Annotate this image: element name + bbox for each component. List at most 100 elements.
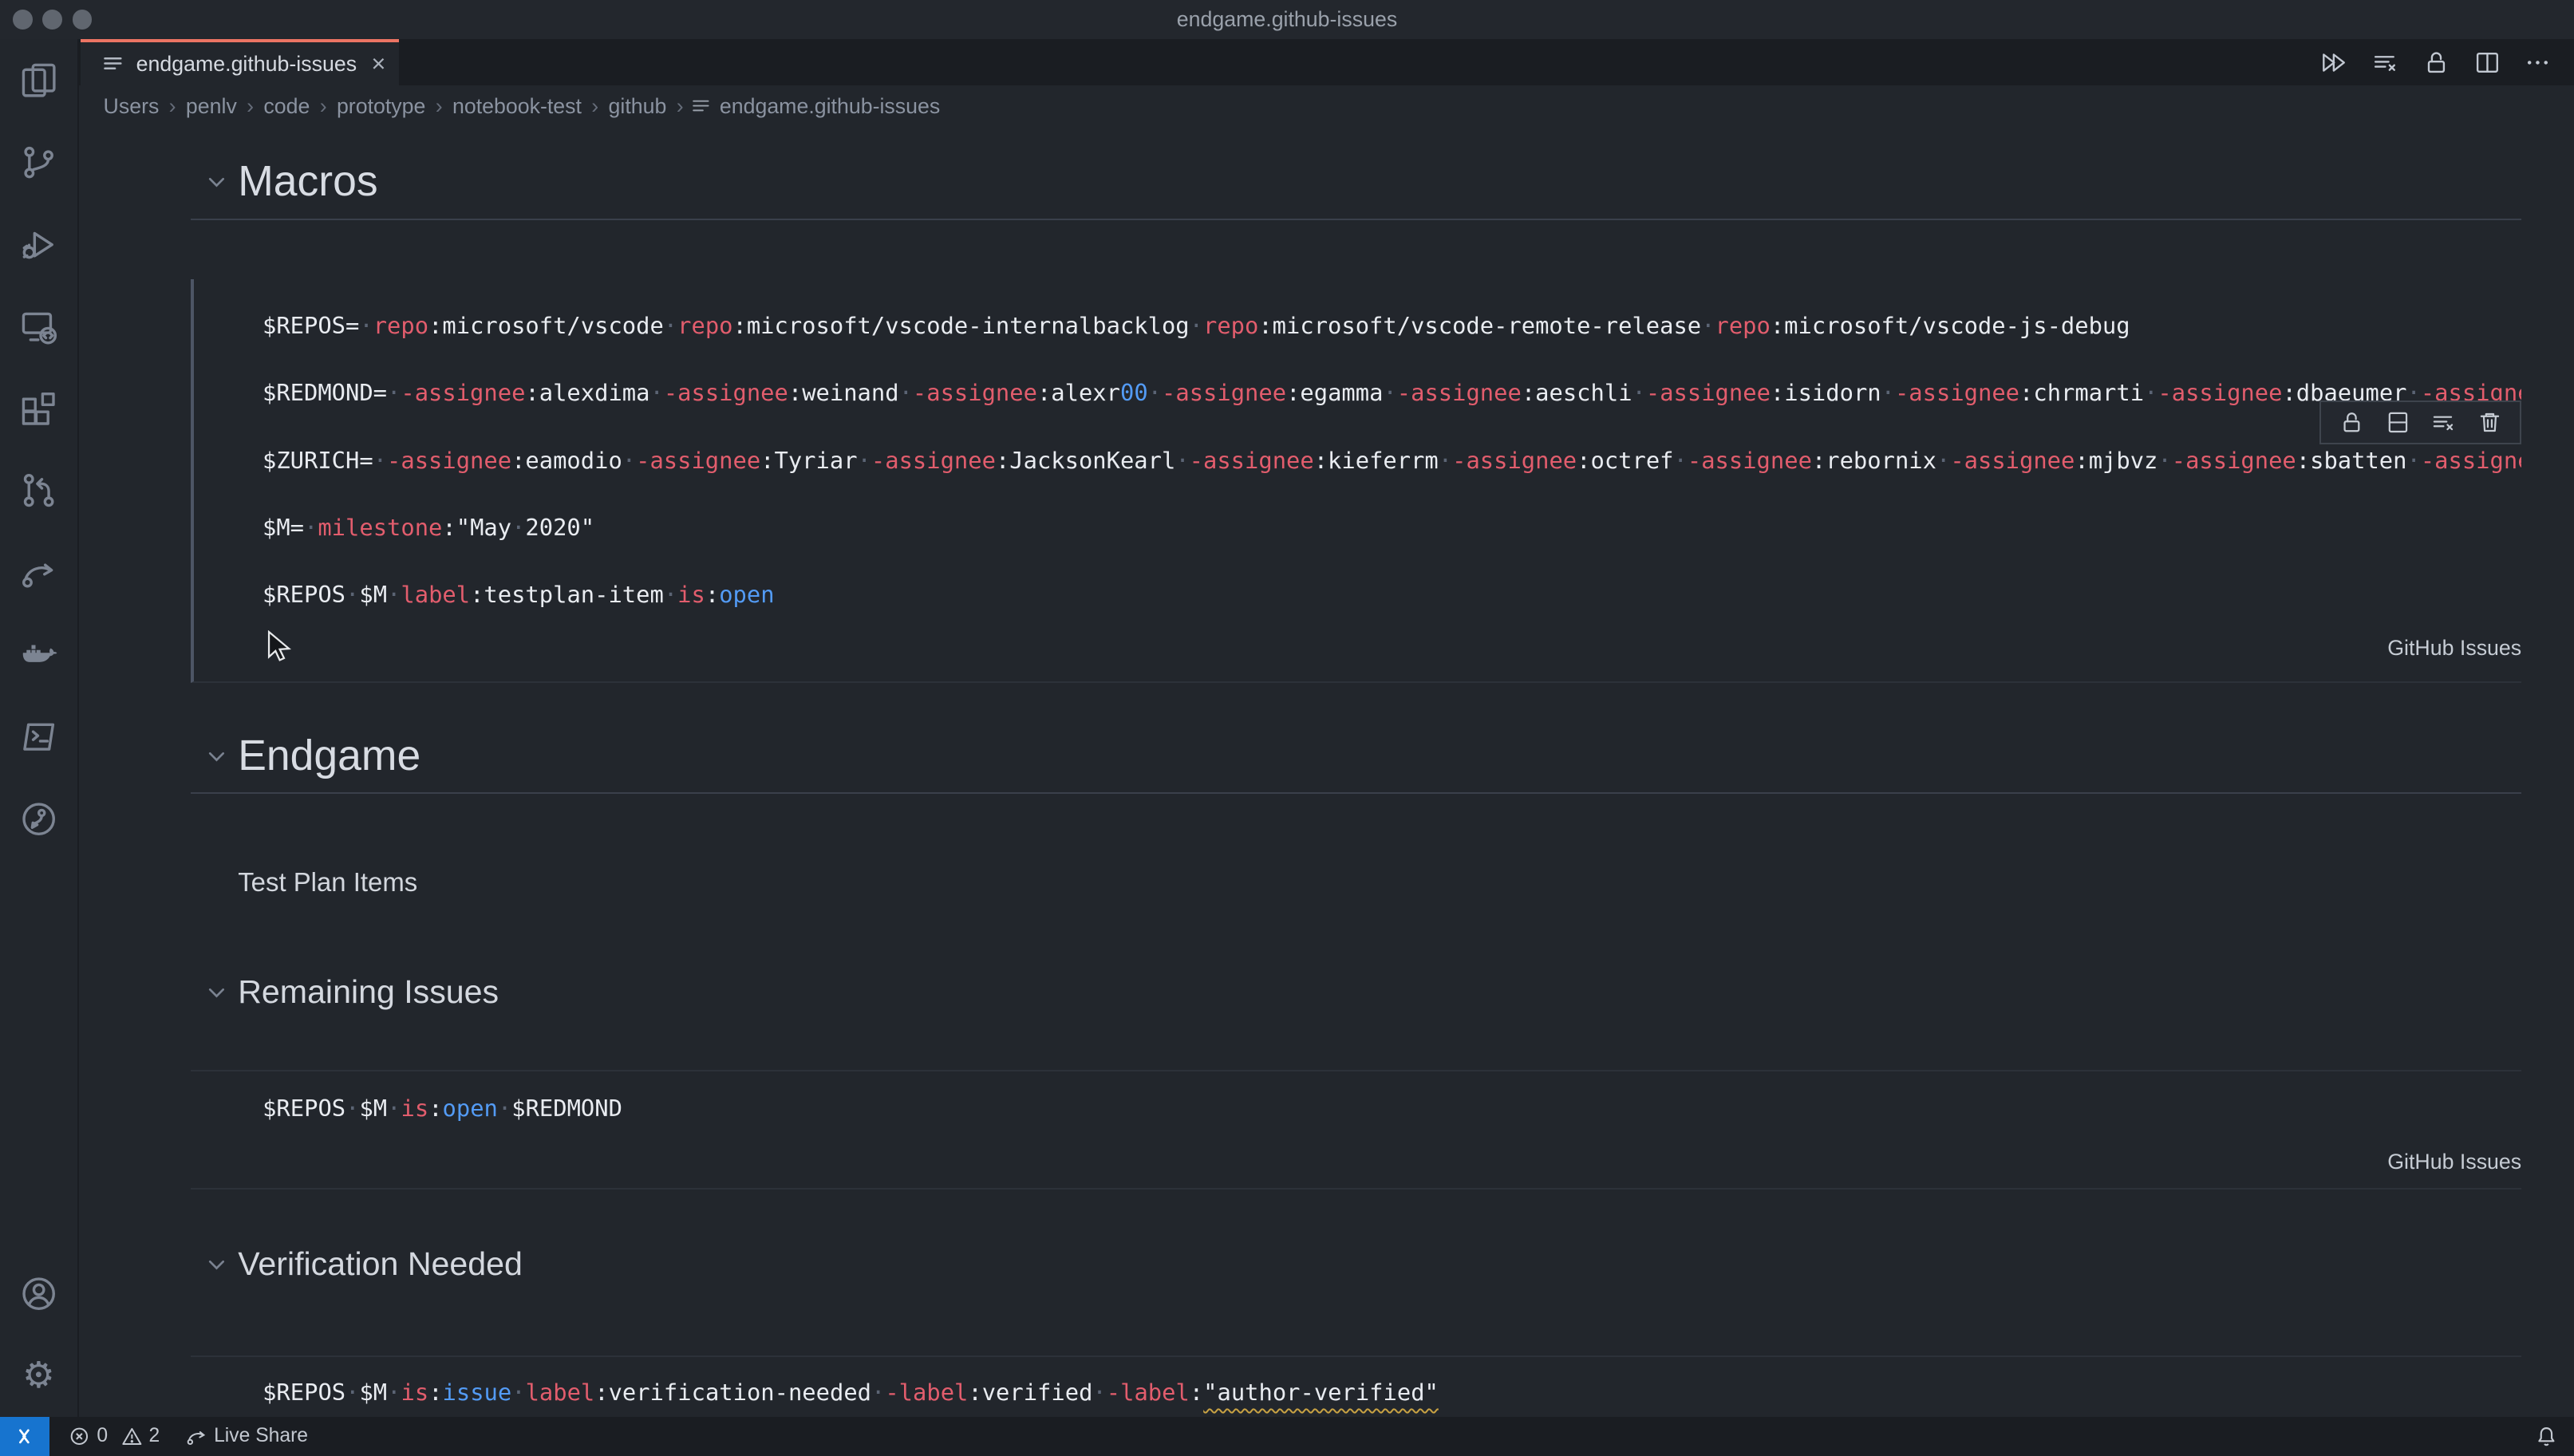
breadcrumb-file[interactable]: endgame.github-issues	[690, 94, 940, 119]
run-debug-button[interactable]	[0, 203, 77, 286]
close-window-button[interactable]	[13, 10, 33, 30]
source-control-icon	[20, 144, 57, 181]
section-heading-macros: Macros	[238, 157, 2521, 207]
window-title: endgame.github-issues	[1177, 7, 1397, 32]
tab-endgame-github-issues[interactable]: endgame.github-issues ×	[81, 39, 399, 85]
paragraph-test-plan-items: Test Plan Items	[238, 866, 2521, 898]
traffic-lights	[13, 0, 92, 39]
zoom-window-button[interactable]	[73, 10, 93, 30]
run-all-icon	[2321, 49, 2347, 76]
code-line[interactable]: $REPOS=·repo:microsoft/vscode·repo:micro…	[263, 292, 2521, 359]
code-line[interactable]: $REPOS·$M·is:issue·label:verification-ne…	[263, 1359, 2521, 1417]
breadcrumb-separator: ›	[429, 94, 449, 119]
extensions-button[interactable]	[0, 368, 77, 450]
breadcrumb-item[interactable]: penlv	[183, 94, 240, 119]
split-cell-button[interactable]	[2386, 410, 2410, 435]
code-editor-verification[interactable]: $REPOS·$M·is:issue·label:verification-ne…	[191, 1359, 2522, 1417]
live-share-status[interactable]: Live Share	[186, 1425, 308, 1447]
editor-toolbar	[2321, 39, 2574, 85]
minimize-window-button[interactable]	[42, 10, 62, 30]
remote-indicator[interactable]	[0, 1417, 49, 1456]
live-share-button[interactable]	[0, 532, 77, 614]
chevron-down-icon[interactable]	[203, 169, 230, 195]
more-actions-button[interactable]	[2525, 49, 2551, 76]
live-share-label: Live Share	[214, 1425, 308, 1447]
error-icon	[69, 1426, 90, 1447]
breadcrumb: Users›penlv›code›prototype›notebook-test…	[79, 85, 2574, 128]
unlock-icon	[2339, 410, 2364, 435]
breadcrumb-separator: ›	[313, 94, 333, 119]
delete-button[interactable]	[2477, 410, 2502, 435]
settings-gear-icon: ⚙	[22, 1357, 55, 1393]
code-line[interactable]: $REPOS·$M·is:open·$REDMOND	[263, 1075, 2521, 1142]
terminal-icon	[20, 718, 57, 756]
breadcrumb-separator: ›	[585, 94, 605, 119]
close-tab-icon[interactable]: ×	[371, 52, 385, 77]
chevron-down-icon[interactable]	[203, 744, 230, 770]
unlock-icon	[2423, 49, 2450, 76]
breadcrumb-item[interactable]: prototype	[334, 94, 429, 119]
breadcrumb-item[interactable]: code	[260, 94, 313, 119]
cell-toolbar	[2319, 400, 2521, 444]
accounts-button[interactable]	[0, 1253, 77, 1335]
breadcrumb-item[interactable]: github	[605, 94, 669, 119]
terminal-button[interactable]	[0, 696, 77, 778]
warning-icon	[121, 1426, 143, 1447]
cell-output-kind-label: GitHub Issues	[194, 632, 2522, 665]
breadcrumb-separator: ›	[162, 94, 182, 119]
source-control-button[interactable]	[0, 121, 77, 203]
clear-outputs-button[interactable]	[2372, 49, 2398, 76]
code-line[interactable]: $REPOS·$M·label:testplan-item·is:open	[263, 561, 2521, 628]
unlock-button[interactable]	[2339, 410, 2364, 435]
code-editor-macros[interactable]: $REPOS=·repo:microsoft/vscode·repo:micro…	[194, 292, 2522, 629]
github-pr-button[interactable]	[0, 450, 77, 532]
unlock-button[interactable]	[2423, 49, 2450, 76]
notebooks-icon	[20, 800, 57, 838]
section-heading-endgame: Endgame	[238, 732, 2521, 781]
docker-button[interactable]	[0, 614, 77, 696]
notebook-editor: Macros $REPOS=·repo:microsoft/vscode·rep…	[79, 128, 2574, 1416]
settings-gear-button[interactable]: ⚙	[0, 1335, 77, 1417]
accounts-icon	[20, 1275, 57, 1312]
split-editor-button[interactable]	[2474, 49, 2501, 76]
breadcrumb-separator: ›	[240, 94, 260, 119]
section-heading-verification-needed: Verification Needed	[238, 1245, 2521, 1283]
chevron-down-icon[interactable]	[203, 1252, 230, 1278]
section-heading-remaining-issues: Remaining Issues	[238, 973, 2521, 1011]
chevron-down-icon[interactable]	[203, 980, 230, 1006]
code-cell-verification-needed[interactable]: $REPOS·$M·is:issue·label:verification-ne…	[191, 1355, 2522, 1417]
breadcrumb-file-label: endgame.github-issues	[720, 94, 940, 119]
title-bar: endgame.github-issues	[0, 0, 2574, 39]
breadcrumb-separator: ›	[669, 94, 689, 119]
explorer-icon	[20, 61, 57, 99]
code-line[interactable]: $M=·milestone:"May·2020"	[263, 494, 2521, 561]
remote-icon	[14, 1426, 35, 1447]
notebooks-button[interactable]	[0, 778, 77, 860]
code-editor-remaining[interactable]: $REPOS·$M·is:open·$REDMOND	[191, 1075, 2522, 1142]
activity-bar-bottom: ⚙	[0, 1253, 77, 1417]
clear-outputs-icon	[2431, 410, 2456, 435]
code-line[interactable]: $REDMOND=·-assignee:alexdima·-assignee:w…	[263, 359, 2521, 426]
remote-explorer-icon	[20, 308, 57, 345]
remote-explorer-button[interactable]	[0, 286, 77, 368]
notebook-icon	[690, 96, 712, 117]
breadcrumb-item[interactable]: notebook-test	[449, 94, 585, 119]
notebook-icon	[101, 53, 124, 76]
problems-status[interactable]: 0 2	[69, 1425, 166, 1447]
run-all-button[interactable]	[2321, 49, 2347, 76]
code-cell-remaining-issues[interactable]: $REPOS·$M·is:open·$REDMOND GitHub Issues	[191, 1070, 2522, 1190]
clear-outputs-icon	[2372, 49, 2398, 76]
code-cell-macros[interactable]: $REPOS=·repo:microsoft/vscode·repo:micro…	[191, 279, 2522, 683]
cell-output-kind-label: GitHub Issues	[191, 1146, 2522, 1178]
explorer-button[interactable]	[0, 39, 77, 121]
split-cell-icon	[2386, 410, 2410, 435]
clear-outputs-button[interactable]	[2431, 410, 2456, 435]
code-line[interactable]: $ZURICH=·-assignee:eamodio·-assignee:Tyr…	[263, 427, 2521, 494]
notifications-button[interactable]	[2535, 1425, 2558, 1448]
warning-count: 2	[148, 1425, 160, 1447]
status-bar: 0 2 Live Share	[0, 1417, 2574, 1456]
extensions-icon	[20, 390, 57, 428]
tab-label: endgame.github-issues	[136, 52, 357, 77]
breadcrumb-item[interactable]: Users	[100, 94, 162, 119]
activity-bar: ⚙	[0, 39, 79, 1416]
